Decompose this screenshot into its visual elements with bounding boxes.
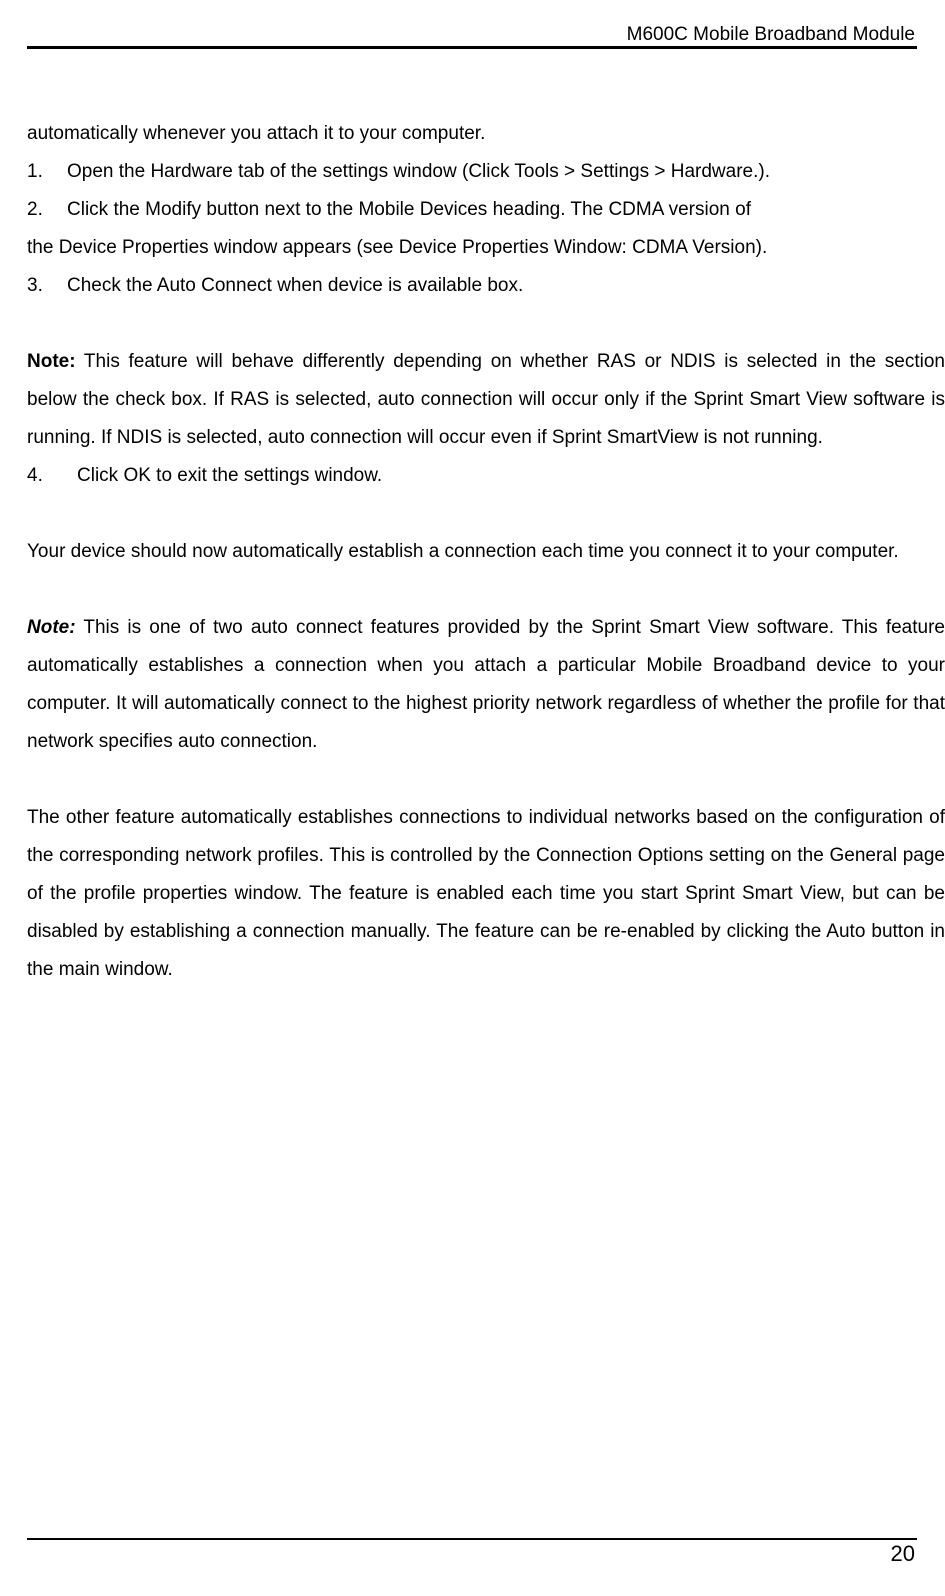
note-label: Note:	[27, 351, 76, 372]
list-item-2-cont: the Device Properties window appears (se…	[27, 229, 945, 267]
note-text: This feature will behave differently dep…	[27, 351, 945, 448]
footer-divider	[27, 1538, 917, 1540]
paragraph-result: Your device should now automatically est…	[27, 533, 945, 571]
list-item-1: 1.Open the Hardware tab of the settings …	[27, 153, 945, 191]
list-text: Open the Hardware tab of the settings wi…	[67, 161, 770, 182]
paragraph-other-feature: The other feature automatically establis…	[27, 799, 945, 989]
list-text: Click the Modify button next to the Mobi…	[67, 199, 751, 220]
note-1: Note: This feature will behave different…	[27, 343, 945, 457]
note-text: This is one of two auto connect features…	[27, 617, 945, 752]
page-number: 20	[891, 1532, 915, 1576]
note-2: Note: This is one of two auto connect fe…	[27, 609, 945, 761]
list-text: Click OK to exit the settings window.	[77, 465, 382, 486]
list-number: 1.	[27, 153, 67, 191]
note-label: Note:	[27, 617, 76, 638]
header-divider	[27, 46, 917, 49]
list-item-4: 4.Click OK to exit the settings window.	[27, 457, 945, 495]
list-number: 4.	[27, 457, 77, 495]
list-number: 3.	[27, 267, 67, 305]
document-body: automatically whenever you attach it to …	[27, 115, 945, 989]
list-item-3: 3.Check the Auto Connect when device is …	[27, 267, 945, 305]
list-text: Check the Auto Connect when device is av…	[67, 275, 523, 296]
list-item-2: 2.Click the Modify button next to the Mo…	[27, 191, 945, 229]
list-number: 2.	[27, 191, 67, 229]
paragraph-intro: automatically whenever you attach it to …	[27, 115, 945, 153]
